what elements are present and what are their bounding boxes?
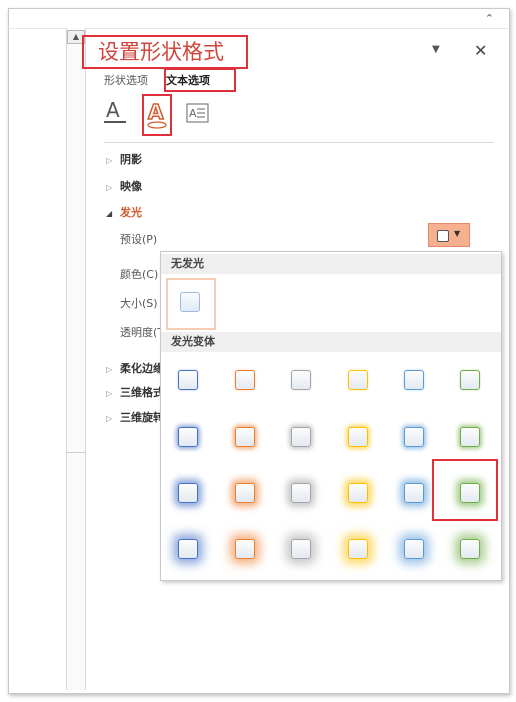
text-fill-outline-icon[interactable]: A [103,98,127,128]
glow-variant-option[interactable] [235,370,255,390]
glow-variant-option[interactable] [460,370,480,390]
expand-arrow-icon: ▷ [106,389,113,398]
section-glow[interactable]: ◢ 发光 [106,204,142,220]
collapse-arrow-icon: ◢ [106,209,113,218]
glow-gallery: 无发光 发光变体 [160,251,502,581]
scrollbar-divider [66,452,85,453]
glow-variant-option[interactable] [178,427,198,447]
svg-text:A: A [189,107,197,120]
glow-variant-option[interactable] [178,539,198,559]
glow-variant-option[interactable] [404,427,424,447]
glow-variant-option[interactable] [178,483,198,503]
panel-options-dropdown-icon[interactable]: ▼ [432,44,440,55]
panel-title: 设置形状格式 [82,35,248,69]
glow-variant-option[interactable] [348,483,368,503]
textbox-icon[interactable]: A [186,103,210,125]
close-icon[interactable]: ✕ [474,41,487,60]
top-bar: ⌃ [8,8,508,29]
tab-shape-options[interactable]: 形状选项 [104,72,148,88]
text-effects-icon[interactable]: A [145,99,169,131]
glow-variant-option[interactable] [404,370,424,390]
glow-variant-option[interactable] [178,370,198,390]
section-shadow[interactable]: ▷ 阴影 [106,151,142,167]
glow-variants-header: 发光变体 [161,332,501,352]
divider [104,142,494,143]
glow-variant-option[interactable] [348,539,368,559]
glow-variant-option[interactable] [291,483,311,503]
glow-variant-option[interactable] [235,427,255,447]
glow-variant-option[interactable] [348,370,368,390]
svg-text:A: A [106,98,120,122]
glow-size-label: 大小(S) [120,297,158,310]
glow-variant-option[interactable] [291,539,311,559]
glow-preset-button[interactable]: ▼ [428,223,470,247]
section-3d-format[interactable]: ▷ 三维格式 [106,384,164,400]
vertical-scrollbar[interactable] [66,28,86,690]
text-options-highlight [164,68,236,92]
svg-text:A: A [148,100,164,124]
expand-arrow-icon: ▷ [106,365,113,374]
glow-preset-swatch-icon [437,230,449,242]
section-3d-rotation[interactable]: ▷ 三维旋转 [106,409,164,425]
glow-variant-option[interactable] [235,539,255,559]
glow-variant-option[interactable] [404,483,424,503]
section-soft-edges[interactable]: ▷ 柔化边缘 [106,360,164,376]
glow-variant-option[interactable] [460,539,480,559]
collapse-ribbon-icon[interactable]: ⌃ [485,12,494,25]
expand-arrow-icon: ▷ [106,414,113,423]
glow-variant-option[interactable] [404,539,424,559]
no-glow-header: 无发光 [161,254,501,274]
glow-variant-option[interactable] [291,370,311,390]
glow-preset-label: 预设(P) [120,233,158,246]
no-glow-option[interactable] [180,292,200,312]
glow-variant-option[interactable] [348,427,368,447]
expand-arrow-icon: ▷ [106,183,113,192]
glow-variant-option[interactable] [235,483,255,503]
selected-glow-highlight [432,459,498,521]
chevron-down-icon: ▼ [454,229,461,238]
section-reflection[interactable]: ▷ 映像 [106,178,142,194]
glow-variant-option[interactable] [291,427,311,447]
expand-arrow-icon: ▷ [106,156,113,165]
glow-variant-option[interactable] [460,427,480,447]
glow-color-label: 颜色(C) [120,268,159,281]
